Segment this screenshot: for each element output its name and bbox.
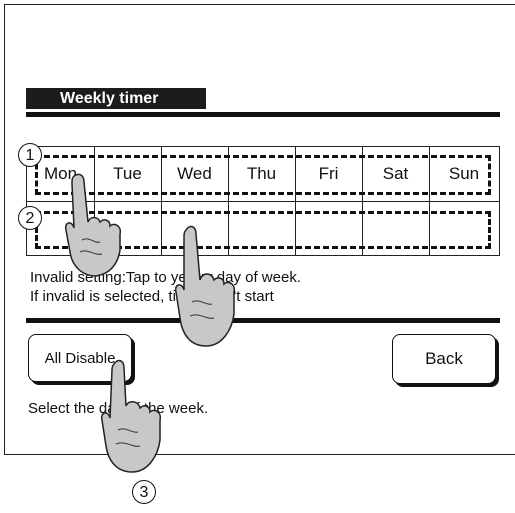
callout-1: 1 [18, 143, 42, 167]
title-divider [26, 112, 500, 117]
page-title: Weekly timer [60, 90, 159, 107]
back-button[interactable]: Back [392, 334, 496, 384]
back-label: Back [425, 349, 463, 368]
bottom-divider [26, 318, 500, 323]
callout-2: 2 [18, 206, 42, 230]
hand-pointer-icon [174, 225, 236, 347]
callout-3: 3 [132, 480, 156, 504]
hand-pointer-icon [64, 173, 122, 277]
hand-pointer-icon [100, 359, 162, 473]
